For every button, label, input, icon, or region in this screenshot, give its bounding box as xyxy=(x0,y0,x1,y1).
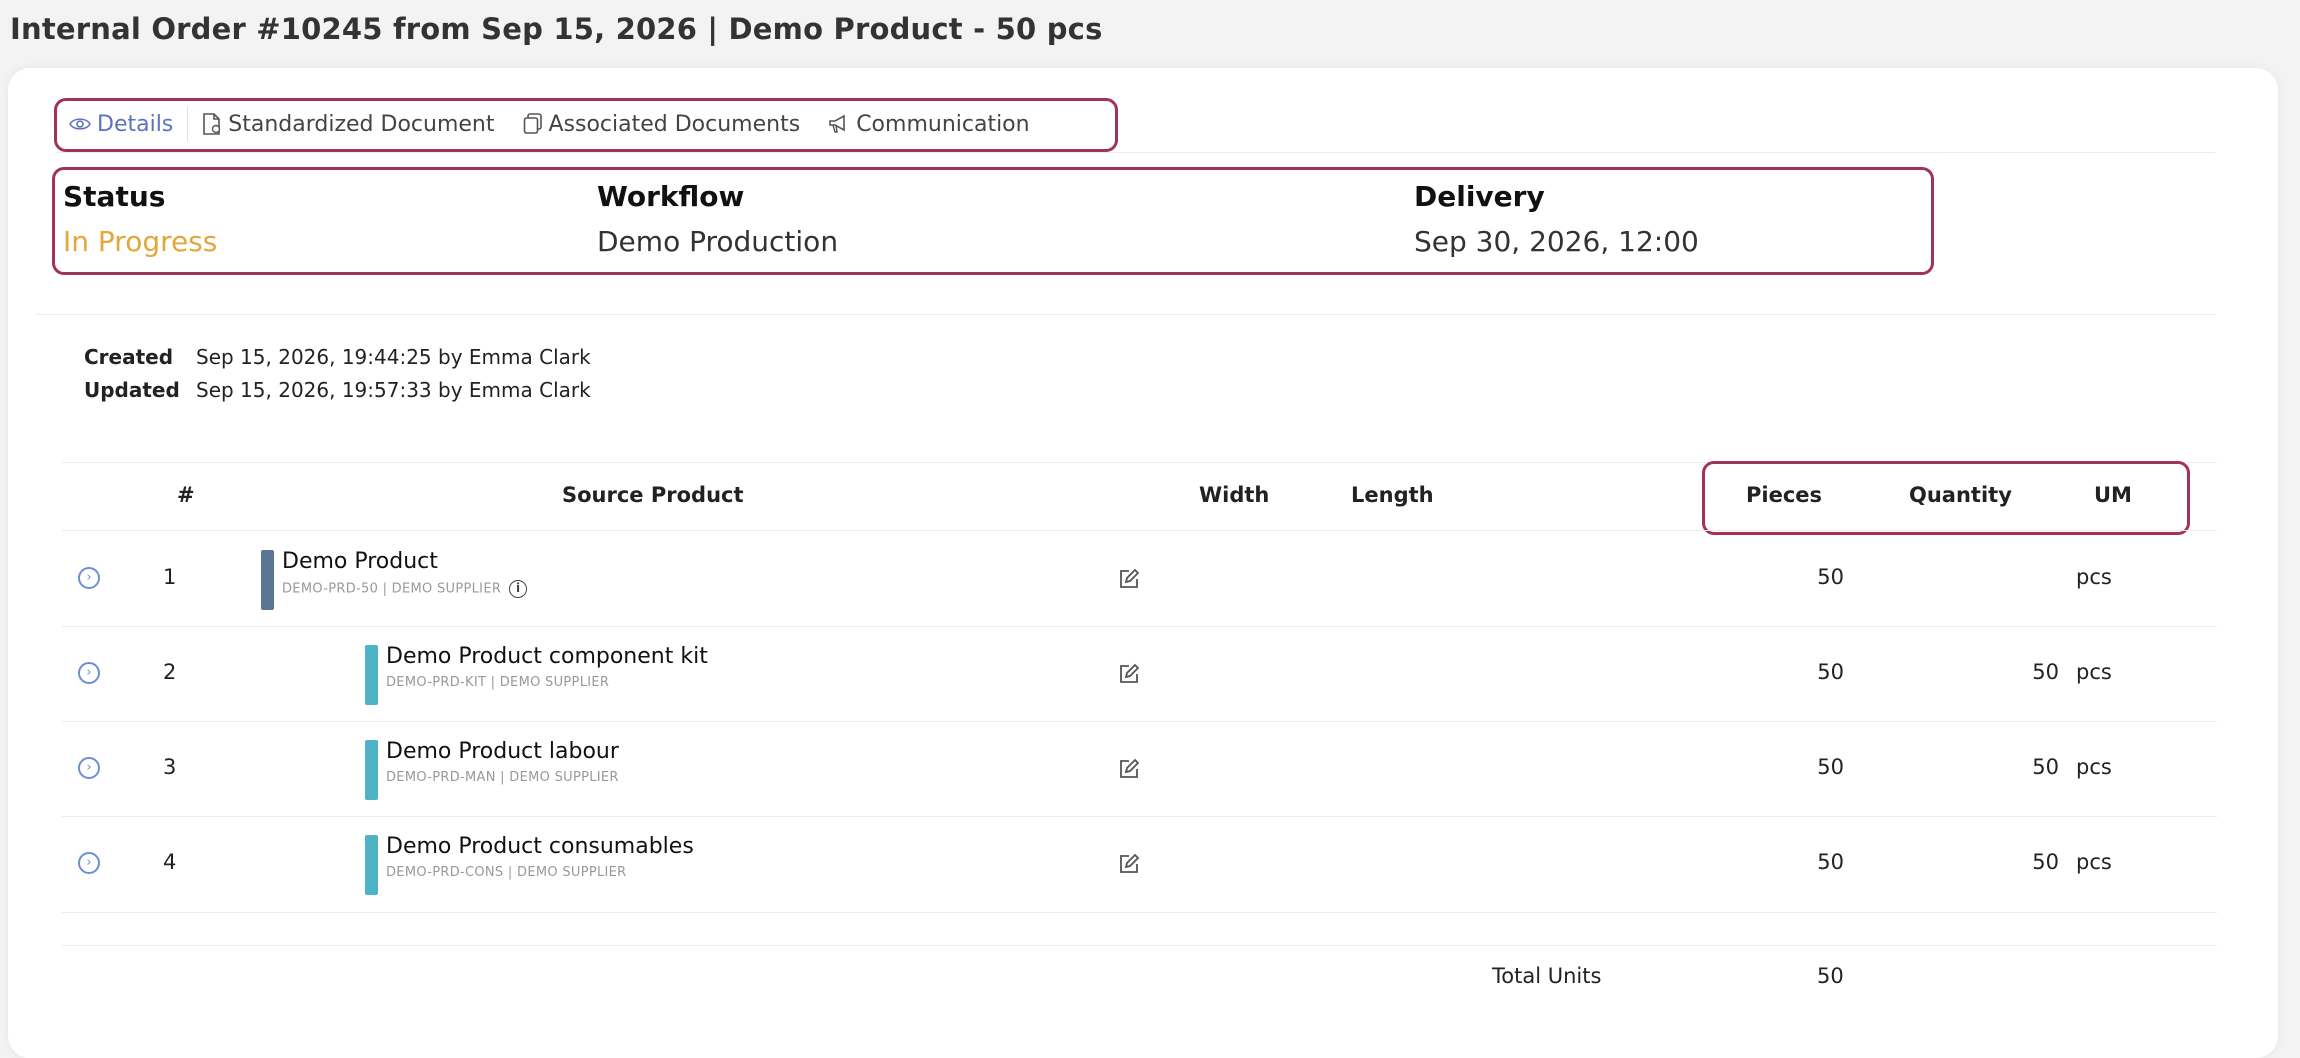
workflow-value: Demo Production xyxy=(597,225,839,258)
tab-communication[interactable]: Communication xyxy=(814,100,1043,148)
delivery-value: Sep 30, 2026, 12:00 xyxy=(1414,225,1699,258)
product-code-text: DEMO-PRD-50 | DEMO SUPPLIER xyxy=(282,581,502,597)
eye-icon xyxy=(69,118,91,130)
workflow-section: Workflow Demo Production xyxy=(597,180,838,258)
product-code-text: DEMO-PRD-MAN | DEMO SUPPLIER xyxy=(386,770,619,785)
column-header-length[interactable]: Length xyxy=(1351,483,1434,507)
status-section: Status In Progress xyxy=(63,180,217,258)
row-um: pcs xyxy=(2076,660,2112,684)
product-name: Demo Product xyxy=(282,549,438,574)
tab-associated-documents[interactable]: Associated Documents xyxy=(509,100,815,148)
total-units-label: Total Units xyxy=(1492,964,1602,988)
table-row[interactable]: › 4 Demo Product consumables DEMO-PRD-CO… xyxy=(62,817,2217,912)
created-label: Created xyxy=(84,345,174,369)
status-label: Status xyxy=(63,180,166,213)
product-name: Demo Product labour xyxy=(386,739,619,764)
row-number: 2 xyxy=(163,660,177,684)
megaphone-icon xyxy=(829,114,845,133)
product-level-bar xyxy=(365,740,378,800)
info-icon[interactable]: i xyxy=(509,580,528,598)
total-divider xyxy=(62,945,2217,946)
edit-icon[interactable] xyxy=(1117,757,1141,781)
row-pieces: 50 xyxy=(1817,565,1844,589)
row-pieces: 50 xyxy=(1817,755,1844,779)
row-pieces: 50 xyxy=(1817,660,1844,684)
product-level-bar xyxy=(365,835,378,895)
row-quantity: 50 xyxy=(2032,850,2059,874)
row-divider xyxy=(62,912,2217,913)
expand-row-icon[interactable]: › xyxy=(78,662,100,684)
total-units-value: 50 xyxy=(1817,964,1844,988)
workflow-label: Workflow xyxy=(597,180,745,213)
tab-standardized-document[interactable]: Standardized Document xyxy=(188,100,508,148)
row-um: pcs xyxy=(2076,565,2112,589)
table-row[interactable]: › 1 Demo Product DEMO-PRD-50 | DEMO SUPP… xyxy=(62,532,2217,627)
expand-row-icon[interactable]: › xyxy=(78,852,100,874)
row-quantity: 50 xyxy=(2032,755,2059,779)
created-value: Sep 15, 2026, 19:44:25 by Emma Clark xyxy=(196,345,591,369)
page-title: Internal Order #10245 from Sep 15, 2026 … xyxy=(10,12,1103,46)
updated-info: Updated Sep 15, 2026, 19:57:33 by Emma Cl… xyxy=(84,378,591,402)
tab-details-label: Details xyxy=(97,111,174,137)
product-code: DEMO-PRD-CONS | DEMO SUPPLIER xyxy=(386,865,627,880)
product-code: DEMO-PRD-MAN | DEMO SUPPLIER xyxy=(386,770,619,785)
expand-row-icon[interactable]: › xyxy=(78,757,100,779)
tabs-divider xyxy=(55,152,2215,153)
product-code-text: DEMO-PRD-KIT | DEMO SUPPLIER xyxy=(386,675,610,690)
product-level-bar xyxy=(261,550,274,610)
column-header-number: # xyxy=(177,483,195,507)
product-name-text: Demo Product component kit xyxy=(386,644,708,669)
row-um: pcs xyxy=(2076,755,2112,779)
tab-bar: Details Standardized Document Associated… xyxy=(55,100,1044,148)
product-code-text: DEMO-PRD-CONS | DEMO SUPPLIER xyxy=(386,865,627,880)
table-header-divider xyxy=(62,530,2217,531)
product-code: DEMO-PRD-50 | DEMO SUPPLIER i xyxy=(282,580,528,598)
product-name-text: Demo Product consumables xyxy=(386,834,694,859)
product-name: Demo Product component kit xyxy=(386,644,708,669)
product-code: DEMO-PRD-KIT | DEMO SUPPLIER xyxy=(386,675,609,690)
status-value: In Progress xyxy=(63,225,218,258)
row-quantity: 50 xyxy=(2032,660,2059,684)
row-number: 1 xyxy=(163,565,177,589)
column-header-source-product[interactable]: Source Product xyxy=(562,483,744,507)
document-icon xyxy=(203,113,221,135)
column-header-pieces[interactable]: Pieces xyxy=(1746,483,1822,507)
edit-icon[interactable] xyxy=(1117,567,1141,591)
tab-standardized-document-label: Standardized Document xyxy=(228,111,495,137)
info-divider xyxy=(36,314,2216,315)
tab-associated-documents-label: Associated Documents xyxy=(548,111,801,137)
column-header-um[interactable]: UM xyxy=(2094,483,2132,507)
column-header-quantity[interactable]: Quantity xyxy=(1909,483,2012,507)
copy-icon xyxy=(523,113,542,134)
edit-icon[interactable] xyxy=(1117,662,1141,686)
tab-details[interactable]: Details xyxy=(55,100,187,148)
expand-row-icon[interactable]: › xyxy=(78,567,100,589)
row-um: pcs xyxy=(2076,850,2112,874)
updated-label: Updated xyxy=(84,378,180,402)
column-header-width[interactable]: Width xyxy=(1199,483,1269,507)
table-top-divider xyxy=(62,462,2217,463)
updated-value: Sep 15, 2026, 19:57:33 by Emma Clark xyxy=(196,378,591,402)
row-number: 3 xyxy=(163,755,177,779)
product-name-text: Demo Product xyxy=(282,549,438,574)
edit-icon[interactable] xyxy=(1117,852,1141,876)
row-pieces: 50 xyxy=(1817,850,1844,874)
delivery-section: Delivery Sep 30, 2026, 12:00 xyxy=(1414,180,1699,258)
table-row[interactable]: › 3 Demo Product labour DEMO-PRD-MAN | D… xyxy=(62,722,2217,817)
product-name: Demo Product consumables xyxy=(386,834,694,859)
row-number: 4 xyxy=(163,850,177,874)
table-row[interactable]: › 2 Demo Product component kit DEMO-PRD-… xyxy=(62,627,2217,722)
product-level-bar xyxy=(365,645,378,705)
product-name-text: Demo Product labour xyxy=(386,739,619,764)
tab-communication-label: Communication xyxy=(856,111,1030,137)
delivery-label: Delivery xyxy=(1414,180,1545,213)
created-info: Created Sep 15, 2026, 19:44:25 by Emma Cl… xyxy=(84,345,591,369)
